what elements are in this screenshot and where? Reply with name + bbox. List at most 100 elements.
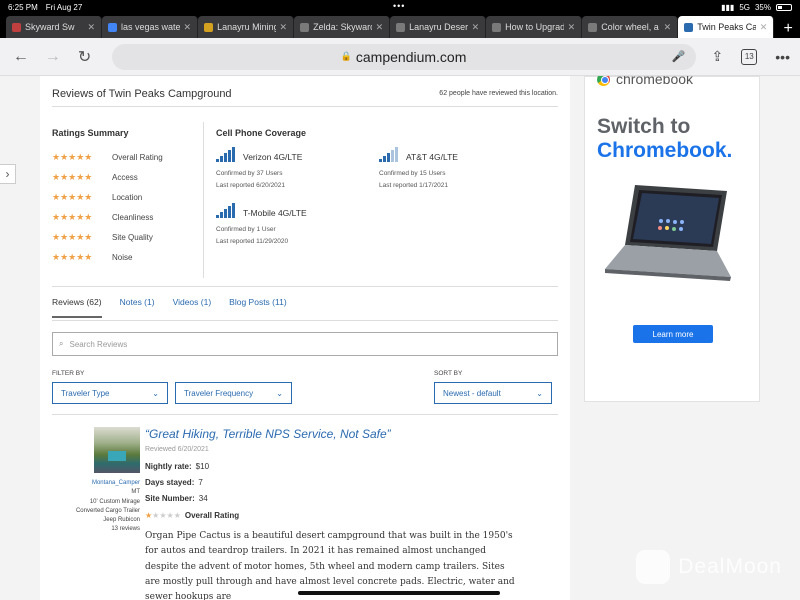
favicon-icon bbox=[204, 22, 214, 32]
review-tab[interactable]: Videos (1) bbox=[173, 297, 212, 318]
chevron-down-icon: ⌄ bbox=[152, 388, 159, 398]
traveler-type-select[interactable]: Traveler Type ⌄ bbox=[52, 382, 168, 404]
rating-stars: ★★★★★ bbox=[145, 511, 181, 520]
network-type: 5G bbox=[739, 2, 750, 12]
carrier-name: T-Mobile 4G/LTE bbox=[243, 208, 307, 218]
tab-switcher-button[interactable]: 13 bbox=[741, 48, 758, 65]
tab-title: Lanayru Desert bbox=[409, 22, 468, 32]
page-title: Reviews of Twin Peaks Campground bbox=[52, 88, 232, 100]
site-number: Site Number: 34 bbox=[145, 494, 208, 503]
divider bbox=[203, 122, 204, 278]
reviewer-name[interactable]: Montana_Camper bbox=[68, 479, 140, 488]
carrier-item: Verizon 4G/LTE Confirmed by 37 Users Last … bbox=[216, 146, 376, 194]
reload-icon[interactable]: ↻ bbox=[74, 47, 96, 67]
reviewer-state: MT bbox=[131, 489, 140, 496]
share-icon[interactable]: ⇪ bbox=[712, 48, 724, 65]
cell-title: Cell Phone Coverage bbox=[216, 128, 307, 138]
multitask-dots[interactable]: ••• bbox=[393, 1, 405, 11]
carrier-item: T-Mobile 4G/LTE Confirmed by 1 User Last r… bbox=[216, 202, 376, 250]
browser-tab[interactable]: Color wheel, a ✕ bbox=[582, 16, 679, 38]
favicon-icon bbox=[396, 22, 406, 32]
carrier-reported: Last reported 1/17/2021 bbox=[379, 182, 449, 189]
back-icon[interactable]: ← bbox=[10, 48, 32, 66]
close-tab-icon[interactable]: ✕ bbox=[376, 22, 384, 33]
close-tab-icon[interactable]: ✕ bbox=[87, 22, 95, 33]
chevron-down-icon: ⌄ bbox=[536, 388, 543, 398]
days-stayed: Days stayed: 7 bbox=[145, 478, 203, 487]
nightly-rate: Nightly rate: $10 bbox=[145, 462, 210, 471]
microphone-icon[interactable]: 🎤 bbox=[672, 50, 686, 63]
sort-select[interactable]: Newest - default ⌄ bbox=[434, 382, 552, 404]
divider bbox=[52, 414, 558, 415]
rating-label: Cleanliness bbox=[112, 212, 154, 222]
rating-label: Noise bbox=[112, 252, 133, 262]
close-tab-icon[interactable]: ✕ bbox=[664, 22, 672, 33]
chromebook-logo: chromebook bbox=[585, 76, 759, 87]
rating-row: ★★★★★ Noise bbox=[52, 247, 202, 267]
rating-stars: ★★★★★ bbox=[52, 171, 93, 182]
filter-label: FILTER BY bbox=[52, 370, 85, 377]
chromebook-ad[interactable]: chromebook Switch to Chromebook. Learn m… bbox=[584, 76, 760, 402]
rating-stars: ★★★★★ bbox=[52, 211, 93, 222]
rating-label: Overall Rating bbox=[112, 152, 163, 162]
tab-title: Twin Peaks Ca bbox=[697, 22, 756, 32]
browser-tab[interactable]: How to Upgrade ✕ bbox=[486, 16, 583, 38]
browser-tab[interactable]: Zelda: Skyward ✕ bbox=[294, 16, 391, 38]
review-tab[interactable]: Blog Posts (11) bbox=[229, 297, 286, 318]
browser-tab[interactable]: Lanayru Mining ✕ bbox=[198, 16, 295, 38]
divider bbox=[52, 106, 558, 107]
review-title[interactable]: “Great Hiking, Terrible NPS Service, Not… bbox=[145, 427, 520, 441]
learn-more-button[interactable]: Learn more bbox=[633, 325, 713, 343]
favicon-icon bbox=[300, 22, 310, 32]
battery-icon bbox=[776, 3, 792, 11]
side-panel-toggle-icon[interactable]: › bbox=[0, 164, 16, 184]
divider bbox=[52, 320, 558, 321]
signal-bars-icon bbox=[379, 146, 398, 162]
search-placeholder: Search Reviews bbox=[69, 339, 128, 349]
url-text: campendium.com bbox=[355, 48, 467, 65]
close-tab-icon[interactable]: ✕ bbox=[568, 22, 576, 33]
signal-icon: ▮▮▮ bbox=[721, 2, 735, 12]
new-tab-button[interactable]: + bbox=[776, 20, 800, 38]
carrier-confirmed: Confirmed by 15 Users bbox=[379, 170, 446, 177]
tab-title: Skyward Sw bbox=[25, 22, 75, 32]
browser-tab[interactable]: Lanayru Desert ✕ bbox=[390, 16, 487, 38]
rating-label: Access bbox=[112, 172, 138, 182]
rating-label: Overall Rating bbox=[184, 511, 240, 520]
favicon-icon bbox=[108, 22, 118, 32]
url-field[interactable]: 🔒 campendium.com 🎤 bbox=[111, 43, 696, 70]
traveler-type-value: Traveler Type bbox=[61, 388, 110, 398]
review-tab[interactable]: Reviews (62) bbox=[52, 297, 102, 318]
tab-bar: Skyward Sw ✕ las vegas water ✕ Lanayru Minin… bbox=[0, 14, 800, 38]
lock-icon: 🔒 bbox=[340, 51, 352, 61]
traveler-frequency-value: Traveler Frequency bbox=[184, 388, 254, 398]
more-menu-icon[interactable]: ••• bbox=[775, 49, 790, 65]
carrier-name: AT&T 4G/LTE bbox=[406, 152, 458, 162]
tab-title: las vegas water bbox=[121, 22, 180, 32]
rating-row: ★★★★★ Location bbox=[52, 187, 202, 207]
tab-title: How to Upgrade bbox=[505, 22, 563, 32]
review-count: 62 people have reviewed this location. bbox=[439, 90, 558, 97]
close-tab-icon[interactable]: ✕ bbox=[472, 22, 480, 33]
traveler-frequency-select[interactable]: Traveler Frequency ⌄ bbox=[175, 382, 292, 404]
rating-row: ★★★★★ Cleanliness bbox=[52, 207, 202, 227]
cell-coverage: Cell Phone Coverage Verizon 4G/LTE Confir… bbox=[216, 128, 556, 245]
close-tab-icon[interactable]: ✕ bbox=[184, 22, 192, 33]
carrier-reported: Last reported 6/20/2021 bbox=[216, 182, 286, 189]
review-tab[interactable]: Notes (1) bbox=[120, 297, 155, 318]
close-tab-icon[interactable]: ✕ bbox=[280, 22, 288, 33]
status-time: 6:25 PM bbox=[8, 2, 38, 12]
rating-row: ★★★★★ Overall Rating bbox=[52, 147, 202, 167]
divider bbox=[52, 286, 558, 287]
web-page: › Reviews of Twin Peaks Campground 62 pe… bbox=[0, 76, 800, 600]
search-reviews-input[interactable]: ⌕ Search Reviews bbox=[52, 332, 558, 356]
tab-title: Zelda: Skyward bbox=[313, 22, 372, 32]
reviewer-photo[interactable] bbox=[94, 427, 140, 473]
carrier-confirmed: Confirmed by 1 User bbox=[216, 226, 276, 233]
forward-icon[interactable]: → bbox=[42, 48, 64, 66]
close-tab-icon[interactable]: ✕ bbox=[760, 22, 768, 33]
browser-tab[interactable]: Skyward Sw ✕ bbox=[6, 16, 103, 38]
browser-tab[interactable]: las vegas water ✕ bbox=[102, 16, 199, 38]
chevron-down-icon: ⌄ bbox=[276, 388, 283, 398]
browser-tab[interactable]: Twin Peaks Ca ✕ bbox=[678, 16, 775, 38]
